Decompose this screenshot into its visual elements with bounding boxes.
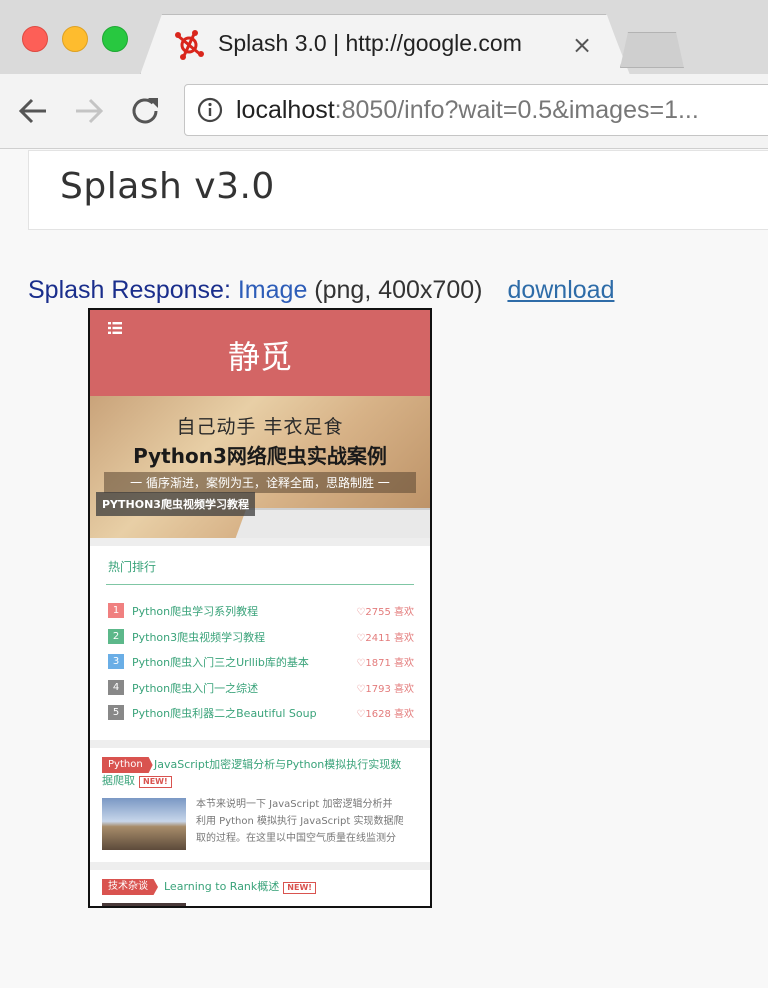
response-image: 静觅 自己动手 丰衣足食 Python3网络爬虫实战案例 一 循序渐进，案例为王… [88, 308, 432, 908]
maximize-window-button[interactable] [102, 26, 128, 52]
tab-title: Splash 3.0 | http://google.com [218, 30, 522, 56]
info-icon[interactable] [197, 97, 223, 123]
hot-item-title[interactable]: Python爬虫利器二之Beautiful Soup [132, 705, 317, 721]
post-summary: 本节来说明一下 JavaScript 加密逻辑分析并 利用 Python 模拟执… [196, 796, 420, 847]
banner-subtitle: 一 循序渐进，案例为王，诠释全面，思路制胜 一 [104, 472, 416, 493]
post-thumbnail[interactable] [102, 798, 186, 850]
hot-ranking-title: 热门排行 [108, 560, 157, 574]
site-header: 静觅 [90, 310, 430, 396]
section-divider [90, 538, 430, 546]
page-title: Splash v3.0 [60, 166, 275, 207]
response-type: Image [237, 276, 308, 304]
back-arrow-icon[interactable] [16, 94, 50, 128]
rank-badge: 5 [108, 705, 124, 720]
like-count: ♡1628 喜欢 [356, 709, 414, 720]
post-title-line: JavaScript加密逻辑分析与Python模拟执行实现数 [154, 758, 402, 771]
minimize-window-button[interactable] [62, 26, 88, 52]
rank-badge: 3 [108, 654, 124, 669]
rank-badge: 4 [108, 680, 124, 695]
download-link[interactable]: download [507, 276, 614, 304]
response-line: Splash Response: Image (png, 400x700) do… [28, 276, 614, 305]
post-card[interactable]: 技术杂谈 Learning to Rank概述 NEW! [90, 870, 430, 906]
post-title[interactable]: Learning to Rank概述 NEW! [164, 879, 414, 895]
hot-ranking-rule [106, 584, 414, 585]
close-window-button[interactable] [22, 26, 48, 52]
url-path: :8050/info?wait=0.5&images=1... [334, 96, 699, 124]
banner-title: Python3网络爬虫实战案例 [133, 444, 387, 468]
new-badge: NEW! [283, 882, 316, 894]
hot-item-title[interactable]: Python爬虫学习系列教程 [132, 603, 258, 619]
summary-line: 利用 Python 模拟执行 JavaScript 实现数据爬 [196, 816, 404, 827]
hot-ranking: 热门排行 1 Python爬虫学习系列教程 ♡2755 喜欢 2 Python3… [90, 546, 430, 742]
post-title-line: Learning to Rank概述 [164, 880, 280, 893]
response-label: Splash Response: [28, 276, 231, 304]
new-tab-button[interactable] [620, 32, 684, 68]
rank-badge: 2 [108, 629, 124, 644]
summary-line: 取的过程。在这里以中国空气质量在线监测分 [196, 833, 396, 844]
banner-slogan: 自己动手 丰衣足食 [176, 416, 344, 438]
category-tag[interactable]: Python [102, 757, 153, 773]
rank-badge: 1 [108, 603, 124, 618]
site-name: 静觅 [227, 338, 292, 376]
banner[interactable]: 自己动手 丰衣足食 Python3网络爬虫实战案例 一 循序渐进，案例为王，诠释… [90, 396, 430, 538]
new-badge: NEW! [139, 776, 172, 788]
forward-arrow-icon[interactable] [72, 94, 106, 128]
url-host: localhost [236, 96, 335, 124]
section-divider [90, 862, 430, 870]
hot-item[interactable]: 3 Python爬虫入门三之Urllib库的基本 ♡1871 喜欢 [108, 653, 414, 671]
post-card[interactable]: Python JavaScript加密逻辑分析与Python模拟执行实现数 据爬… [90, 748, 430, 862]
post-title-line: 据爬取 [102, 774, 135, 787]
keyboard-illustration [233, 508, 430, 538]
like-count: ♡2411 喜欢 [356, 633, 414, 644]
hot-item-title[interactable]: Python3爬虫视频学习教程 [132, 629, 265, 645]
post-title[interactable]: JavaScript加密逻辑分析与Python模拟执行实现数 据爬取 NEW! [102, 757, 422, 789]
like-count: ♡1871 喜欢 [356, 658, 414, 669]
response-format: (png, 400x700) [314, 276, 483, 304]
hot-item-title[interactable]: Python爬虫入门一之综述 [132, 680, 258, 696]
like-count: ♡2755 喜欢 [356, 607, 414, 618]
hot-item[interactable]: 1 Python爬虫学习系列教程 ♡2755 喜欢 [108, 602, 414, 620]
url-text[interactable]: localhost:8050/info?wait=0.5&images=1... [236, 96, 699, 125]
hot-item[interactable]: 4 Python爬虫入门一之综述 ♡1793 喜欢 [108, 679, 414, 697]
category-tag[interactable]: 技术杂谈 [102, 879, 158, 895]
post-thumbnail[interactable] [102, 903, 186, 906]
hot-item-title[interactable]: Python爬虫入门三之Urllib库的基本 [132, 654, 309, 670]
splash-favicon-icon [175, 30, 204, 60]
tab-close-icon[interactable]: × [572, 30, 592, 60]
hot-item[interactable]: 2 Python3爬虫视频学习教程 ♡2411 喜欢 [108, 628, 414, 646]
section-divider [90, 740, 430, 748]
hot-item[interactable]: 5 Python爬虫利器二之Beautiful Soup ♡1628 喜欢 [108, 704, 414, 722]
like-count: ♡1793 喜欢 [356, 684, 414, 695]
reload-icon[interactable] [128, 94, 162, 128]
summary-line: 本节来说明一下 JavaScript 加密逻辑分析并 [196, 799, 393, 810]
banner-tag[interactable]: PYTHON3爬虫视频学习教程 [96, 492, 255, 516]
